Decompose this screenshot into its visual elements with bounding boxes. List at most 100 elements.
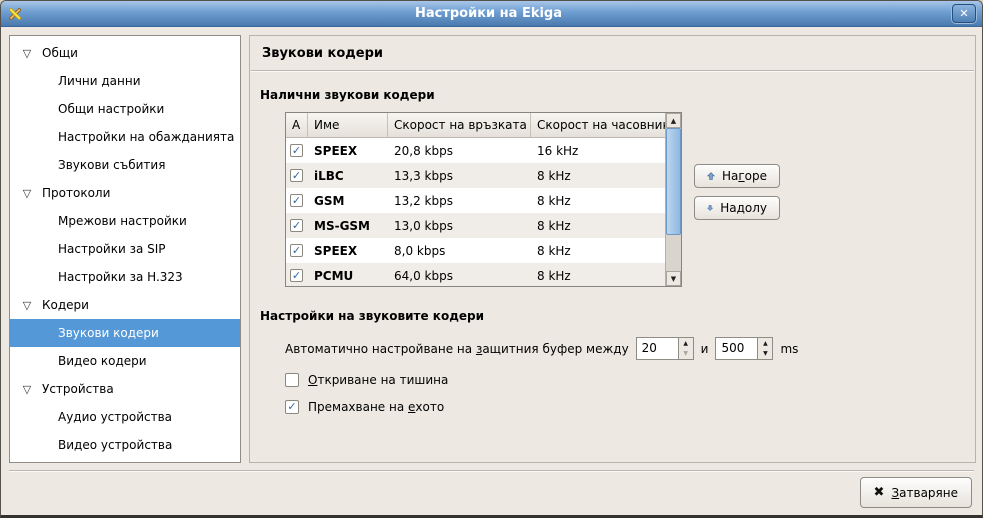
available-codecs-heading: Налични звукови кодери <box>260 88 975 102</box>
codec-enabled-checkbox[interactable]: ✓ <box>290 144 303 157</box>
codec-enabled-checkbox[interactable]: ✓ <box>290 244 303 257</box>
codec-enabled-checkbox[interactable]: ✓ <box>290 219 303 232</box>
sidebar-item-label: Звукови кодери <box>58 326 159 340</box>
check-icon: ✓ <box>292 170 301 181</box>
spinner-arrows: ▲ ▼ <box>678 338 693 359</box>
footer-separator <box>9 470 974 472</box>
close-button[interactable]: ✖ Затваряне <box>860 477 972 508</box>
silence-detection-label: Откриване на тишина <box>308 373 448 387</box>
sidebar-item-label: Видео кодери <box>58 354 147 368</box>
sidebar-item-network-settings[interactable]: Мрежови настройки <box>10 207 240 235</box>
codec-clockrate: 8 kHz <box>531 194 665 208</box>
sidebar-item-general-settings[interactable]: Общи настройки <box>10 95 240 123</box>
sidebar-item-sip-settings[interactable]: Настройки за SIP <box>10 235 240 263</box>
sidebar-item-audio-devices[interactable]: Аудио устройства <box>10 403 240 431</box>
codec-row-speex-8k[interactable]: ✓ SPEEX 8,0 kbps 8 kHz <box>286 238 665 263</box>
codec-clockrate: 8 kHz <box>531 269 665 283</box>
jitter-buffer-label: Автоматично настройване на защитния буфе… <box>285 342 629 356</box>
spinner-down-icon[interactable]: ▼ <box>679 349 693 360</box>
scroll-down-icon[interactable]: ▼ <box>666 271 681 286</box>
spinner-down-icon[interactable]: ▼ <box>758 349 772 360</box>
audio-codecs-panel: Звукови кодери Налични звукови кодери A … <box>249 35 976 463</box>
codec-row-pcmu[interactable]: ✓ PCMU 64,0 kbps 8 kHz <box>286 263 665 287</box>
page-title: Звукови кодери <box>262 46 963 61</box>
codec-bitrate: 13,3 kbps <box>388 169 531 183</box>
jitter-max-spinner[interactable]: 500 ▲ ▼ <box>715 337 773 360</box>
jitter-buffer-row: Автоматично настройване на защитния буфе… <box>285 337 975 360</box>
expander-icon[interactable]: ▽ <box>20 47 34 60</box>
codec-enabled-checkbox[interactable]: ✓ <box>290 169 303 182</box>
move-up-label: Нагоре <box>722 169 767 183</box>
codec-table-area: A Име Скорост на връзката Скорост на час… <box>285 112 975 287</box>
window-close-button[interactable]: ✕ <box>952 4 976 23</box>
sidebar-item-video-codecs[interactable]: Видео кодери <box>10 347 240 375</box>
sidebar-section-label: Кодери <box>42 298 89 312</box>
sidebar-item-label: Общи настройки <box>58 102 164 116</box>
silence-detection-row[interactable]: ✓ Откриване на тишина <box>285 373 975 387</box>
spinner-value[interactable]: 500 <box>716 338 757 359</box>
codec-cell-active: ✓ <box>286 169 308 182</box>
spinner-value[interactable]: 20 <box>637 338 678 359</box>
codec-bitrate: 13,2 kbps <box>388 194 531 208</box>
sidebar-item-personal-data[interactable]: Лични данни <box>10 67 240 95</box>
sidebar-item-label: Видео устройства <box>58 438 172 452</box>
titlebar[interactable]: Настройки на Ekiga ✕ <box>1 1 982 27</box>
sidebar-item-h323-settings[interactable]: Настройки за H.323 <box>10 263 240 291</box>
codec-row-ms-gsm[interactable]: ✓ MS-GSM 13,0 kbps 8 kHz <box>286 213 665 238</box>
column-header-name[interactable]: Име <box>308 113 388 137</box>
check-icon: ✓ <box>292 270 301 281</box>
codec-table-columns: A Име Скорост на връзката Скорост на час… <box>286 113 665 286</box>
sidebar-item-label: Настройки за H.323 <box>58 270 183 284</box>
echo-cancellation-row[interactable]: ✓ Премахване на ехото <box>285 400 975 414</box>
column-header-clockrate[interactable]: Скорост на часовника <box>531 113 665 137</box>
expander-icon[interactable]: ▽ <box>20 299 34 312</box>
codec-table-header: A Име Скорост на връзката Скорост на час… <box>286 113 665 138</box>
vertical-scrollbar[interactable]: ▲ ▼ <box>665 113 681 286</box>
sidebar-item-call-options[interactable]: Настройки на обажданията <box>10 123 240 151</box>
move-down-button[interactable]: Надолу <box>694 196 780 220</box>
codec-cell-active: ✓ <box>286 144 308 157</box>
arrow-up-icon <box>707 169 715 183</box>
sidebar-section-codecs[interactable]: ▽ Кодери <box>10 291 240 319</box>
sidebar-item-label: Звукови събития <box>58 158 165 172</box>
jitter-min-spinner[interactable]: 20 ▲ ▼ <box>636 337 694 360</box>
scrollbar-thumb[interactable] <box>666 128 681 235</box>
expander-icon[interactable]: ▽ <box>20 187 34 200</box>
sidebar-section-label: Устройства <box>42 382 114 396</box>
sidebar-item-sound-events[interactable]: Звукови събития <box>10 151 240 179</box>
codec-bitrate: 13,0 kbps <box>388 219 531 233</box>
scroll-up-icon[interactable]: ▲ <box>666 113 681 128</box>
codec-clockrate: 16 kHz <box>531 144 665 158</box>
codec-enabled-checkbox[interactable]: ✓ <box>290 269 303 282</box>
codec-row-speex-16k[interactable]: ✓ SPEEX 20,8 kbps 16 kHz <box>286 138 665 163</box>
codec-enabled-checkbox[interactable]: ✓ <box>290 194 303 207</box>
codec-clockrate: 8 kHz <box>531 244 665 258</box>
codec-row-ilbc[interactable]: ✓ iLBC 13,3 kbps 8 kHz <box>286 163 665 188</box>
echo-cancellation-label: Премахване на ехото <box>308 400 444 414</box>
spinner-up-icon[interactable]: ▲ <box>679 338 693 349</box>
sidebar-section-devices[interactable]: ▽ Устройства <box>10 375 240 403</box>
check-icon: ✓ <box>292 220 301 231</box>
column-header-active[interactable]: A <box>286 113 308 137</box>
preferences-tree: ▽ Общи Лични данни Общи настройки Настро… <box>9 35 241 463</box>
codec-clockrate: 8 kHz <box>531 169 665 183</box>
codec-row-gsm[interactable]: ✓ GSM 13,2 kbps 8 kHz <box>286 188 665 213</box>
close-button-label: Затваряне <box>891 486 958 500</box>
sidebar-section-general[interactable]: ▽ Общи <box>10 39 240 67</box>
sidebar-section-label: Протоколи <box>42 186 110 200</box>
silence-detection-checkbox[interactable]: ✓ <box>285 373 299 387</box>
expander-icon[interactable]: ▽ <box>20 383 34 396</box>
echo-cancellation-checkbox[interactable]: ✓ <box>285 400 299 414</box>
codec-bitrate: 8,0 kbps <box>388 244 531 258</box>
preferences-dialog: Настройки на Ekiga ✕ ▽ Общи Лични данни … <box>0 0 983 518</box>
move-up-button[interactable]: Нагоре <box>694 164 780 188</box>
column-header-bitrate[interactable]: Скорост на връзката <box>388 113 531 137</box>
sidebar-section-protocols[interactable]: ▽ Протоколи <box>10 179 240 207</box>
spinner-up-icon[interactable]: ▲ <box>758 338 772 349</box>
jitter-conjunction-label: и <box>701 342 709 356</box>
arrow-down-icon <box>707 201 713 215</box>
codec-table: A Име Скорост на връзката Скорост на час… <box>285 112 682 287</box>
codec-name: MS-GSM <box>308 219 388 233</box>
sidebar-item-audio-codecs[interactable]: Звукови кодери <box>10 319 240 347</box>
sidebar-item-video-devices[interactable]: Видео устройства <box>10 431 240 459</box>
